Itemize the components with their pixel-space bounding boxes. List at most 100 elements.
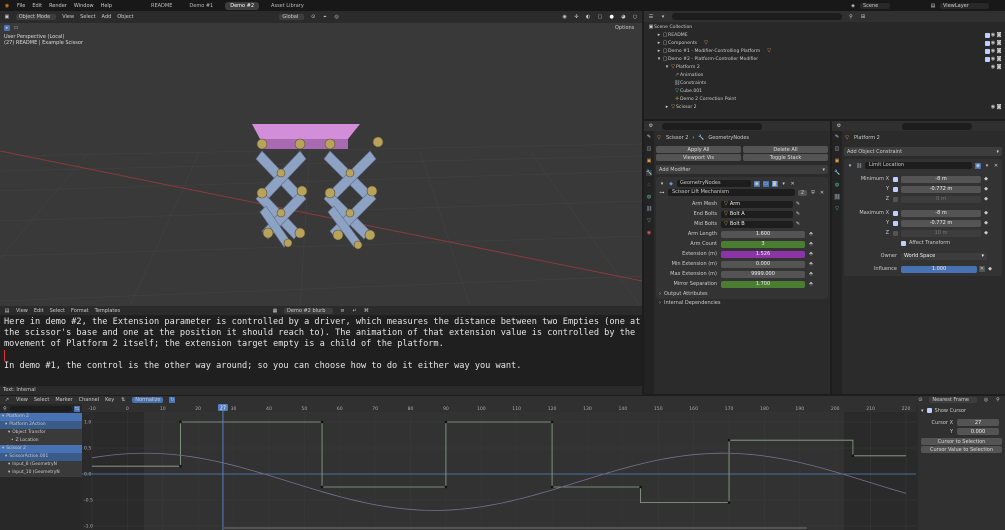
- proportional-icon[interactable]: ◎: [983, 397, 989, 403]
- tree-item[interactable]: ✛ Demo 2 Correction Point: [648, 95, 1002, 103]
- gizmo-icon[interactable]: ✣: [574, 14, 580, 20]
- constraint-name-field[interactable]: Limit Location: [865, 162, 972, 169]
- viewport-vis-button[interactable]: Viewport Vis: [656, 154, 741, 161]
- eyedropper-icon[interactable]: ✎: [795, 211, 801, 217]
- tree-item[interactable]: ↗ Animation: [648, 71, 1002, 79]
- attribute-toggle-icon[interactable]: ⬘: [808, 261, 814, 267]
- mode-selector[interactable]: Object Mode: [15, 14, 57, 20]
- viewport-menu-view[interactable]: View: [62, 14, 74, 20]
- word-wrap-icon[interactable]: ↵: [351, 308, 357, 314]
- object-field[interactable]: ▽ Arm: [721, 200, 793, 208]
- text-menu-format[interactable]: Format: [71, 308, 89, 314]
- text-menu-select[interactable]: Select: [50, 308, 65, 314]
- object-tab-icon[interactable]: ▣: [646, 158, 652, 164]
- expand-icon[interactable]: ▾: [659, 181, 665, 187]
- text-menu-view[interactable]: View: [16, 308, 28, 314]
- expand-icon[interactable]: ▾: [847, 163, 853, 169]
- channel-filter-icon[interactable]: ⇆: [74, 405, 80, 412]
- viewport-display-icon[interactable]: ▭: [762, 180, 769, 187]
- camera-icon[interactable]: ◙: [996, 64, 1002, 70]
- keyframe-icon[interactable]: ◆: [983, 176, 989, 182]
- graph-menu-marker[interactable]: Marker: [55, 397, 72, 403]
- remove-modifier-icon[interactable]: ✕: [790, 181, 796, 187]
- new-collection-icon[interactable]: ⊞: [860, 14, 866, 20]
- eyedropper-icon[interactable]: ✎: [795, 221, 801, 227]
- use-max-x-checkbox[interactable]: [893, 210, 898, 216]
- use-max-z-checkbox[interactable]: [893, 230, 898, 236]
- render-display-icon[interactable]: ◙: [771, 180, 778, 187]
- max-y-field[interactable]: -0.772 m: [901, 219, 981, 227]
- eyedropper-icon[interactable]: ✎: [795, 201, 801, 207]
- search-icon[interactable]: ⚲: [2, 406, 8, 412]
- expand-icon[interactable]: ▾: [8, 470, 10, 475]
- tree-item[interactable]: ▾ ▽ Platform 2 ◉ ◙: [648, 63, 1002, 71]
- min-x-field[interactable]: -8 m: [901, 175, 981, 183]
- cursor-to-selection-button[interactable]: Cursor to Selection: [921, 438, 1002, 445]
- viewport-menu-object[interactable]: Object: [117, 14, 133, 20]
- delete-all-button[interactable]: Delete All: [743, 146, 828, 153]
- output-attributes-panel[interactable]: › Output Attributes: [659, 289, 825, 298]
- shading-rendered-icon[interactable]: ○: [632, 14, 638, 20]
- menu-window[interactable]: Window: [74, 3, 94, 9]
- text-menu-edit[interactable]: Edit: [34, 308, 44, 314]
- overlay-icon[interactable]: ◐: [585, 14, 591, 20]
- cursor-y-field[interactable]: 0.000: [957, 428, 999, 435]
- attribute-toggle-icon[interactable]: ⬘: [808, 241, 814, 247]
- channel-row[interactable]: ▾ Scissor 2: [0, 445, 82, 453]
- modifier-menu-icon[interactable]: ▾: [781, 181, 787, 187]
- tree-item[interactable]: ▾ ▢ Demo #2 - Platform-Controller Modifier…: [648, 55, 1002, 63]
- channel-row[interactable]: ▾ Input_8 (GeometryN: [0, 461, 82, 469]
- use-max-y-checkbox[interactable]: [893, 220, 898, 226]
- viewport-3d[interactable]: ▣ Object Mode View Select Add Object Glo…: [0, 11, 642, 306]
- options-button[interactable]: Options: [615, 25, 634, 31]
- node-group-users[interactable]: 2: [797, 189, 807, 196]
- graph-menu-channel[interactable]: Channel: [79, 397, 100, 403]
- object-field[interactable]: ▽ Bolt B: [721, 220, 793, 228]
- select-tool-icon[interactable]: ▸: [4, 25, 10, 31]
- max-z-field[interactable]: 10 m: [901, 229, 981, 237]
- apply-all-button[interactable]: Apply All: [656, 146, 741, 153]
- viewport-menu-select[interactable]: Select: [80, 14, 95, 20]
- channel-row[interactable]: ▾ Platform 2: [0, 413, 82, 421]
- use-min-z-checkbox[interactable]: [893, 196, 898, 202]
- tree-item[interactable]: ▸ ▢ Components ▽ ◉ ◙: [648, 39, 1002, 47]
- material-tab-icon[interactable]: ◉: [646, 230, 652, 236]
- constraints-tab-icon[interactable]: ⛓: [834, 194, 840, 200]
- owner-space-dropdown[interactable]: World Space ▾: [901, 252, 987, 260]
- xray-icon[interactable]: ▢: [597, 14, 603, 20]
- modifier-tab-icon[interactable]: 🔧: [646, 170, 652, 176]
- object-tab-icon[interactable]: ▣: [834, 158, 840, 164]
- node-group-field[interactable]: Scissor Lift Mechanism: [668, 189, 795, 196]
- visibility-icon[interactable]: ◉: [562, 14, 568, 20]
- box-select-icon[interactable]: ▭: [13, 25, 19, 31]
- tab-readme[interactable]: README: [146, 2, 177, 10]
- expand-icon[interactable]: ▾: [8, 462, 10, 467]
- add-constraint-button[interactable]: Add Object Constraint ▾: [844, 147, 1002, 156]
- fake-user-icon[interactable]: ⛨: [810, 190, 816, 196]
- snap-icon[interactable]: ⌖: [322, 14, 328, 20]
- keyframe-icon[interactable]: ◆: [983, 210, 989, 216]
- data-tab-icon[interactable]: ▽: [646, 218, 652, 224]
- tree-item[interactable]: ▣ Scene Collection: [648, 23, 1002, 31]
- expand-icon[interactable]: ▾: [5, 422, 7, 427]
- normalize-toggle[interactable]: Normalize: [132, 397, 164, 403]
- camera-icon[interactable]: ◙: [996, 48, 1002, 54]
- expand-icon[interactable]: ▾: [8, 430, 10, 435]
- tree-item[interactable]: ▸ ▽ Scissor 2 ◉ ◙: [648, 103, 1002, 111]
- camera-icon[interactable]: ◙: [996, 32, 1002, 38]
- text-editor-type-icon[interactable]: ▤: [4, 308, 10, 314]
- min-y-field[interactable]: -0.772 m: [901, 185, 981, 193]
- modifier-name-field[interactable]: GeometryNodes: [677, 180, 751, 187]
- proportional-edit-icon[interactable]: ◎: [334, 14, 340, 20]
- keyframe-icon[interactable]: ◆: [983, 186, 989, 192]
- disable-keep-transform-icon[interactable]: ✕: [979, 266, 985, 272]
- filter-icon[interactable]: ⚲: [995, 397, 1001, 403]
- influence-slider[interactable]: 1.000: [901, 265, 977, 273]
- camera-icon[interactable]: ◙: [996, 104, 1002, 110]
- attribute-toggle-icon[interactable]: ⬘: [808, 271, 814, 277]
- menu-edit[interactable]: Edit: [32, 3, 42, 9]
- show-cursor-checkbox[interactable]: [926, 408, 932, 413]
- object-field[interactable]: ▽ Bolt A: [721, 210, 793, 218]
- channel-search-input[interactable]: [10, 405, 72, 412]
- graph-area[interactable]: -10 0 10 20 30 40 50 60 70 80 90 100 110 120 130 140 150…: [82, 404, 916, 530]
